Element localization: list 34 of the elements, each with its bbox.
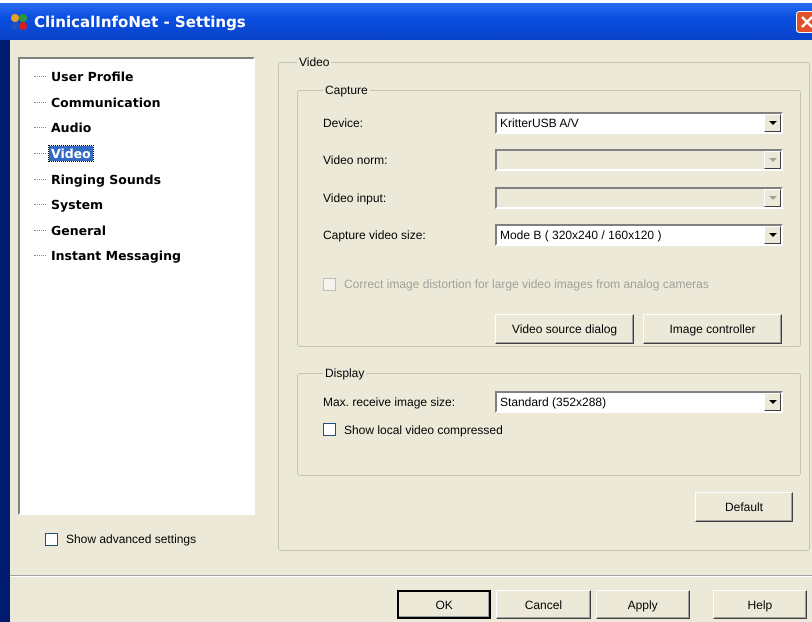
group-title: Capture: [324, 83, 369, 97]
tree-item[interactable]: Communication: [49, 94, 162, 110]
default-button[interactable]: Default: [695, 492, 793, 522]
checkbox-label: Correct image distortion for large video images from analog cameras: [344, 277, 709, 291]
app-logo-icon: [10, 12, 28, 30]
dialog-button[interactable]: Apply: [596, 590, 690, 619]
field-label: Device:: [323, 116, 364, 130]
tree-item[interactable]: General: [49, 222, 108, 238]
window-title: ClinicalInfoNet - Settings: [34, 12, 246, 30]
tree-item[interactable]: Audio: [49, 120, 94, 136]
dialog-button[interactable]: Help: [712, 590, 807, 619]
checkbox[interactable]: [45, 532, 58, 546]
dialog-button[interactable]: OK: [397, 590, 492, 619]
tree-item[interactable]: System: [49, 197, 106, 212]
field-label: Video input:: [323, 190, 388, 205]
dialog-button[interactable]: Video source dialog: [495, 314, 634, 344]
tree-item[interactable]: User Profile: [49, 69, 136, 84]
checkbox[interactable]: [323, 423, 336, 436]
tree-item[interactable]: Ringing Sounds: [49, 172, 164, 187]
field-label: Video norm:: [323, 153, 388, 168]
dialog-button[interactable]: Image controller: [643, 314, 782, 344]
dropdown[interactable]: Standard (352x288): [495, 390, 783, 413]
field-label: Capture video size:: [323, 228, 427, 242]
checkbox-label: Show local video compressed: [344, 422, 503, 436]
tree-item[interactable]: Instant Messaging: [49, 248, 183, 264]
tree-item[interactable]: Video: [49, 146, 93, 162]
dropdown[interactable]: Mode B ( 320x240 / 160x120 ): [495, 224, 783, 246]
group-title: Display: [324, 366, 366, 380]
close-icon[interactable]: [796, 11, 812, 33]
dialog-button[interactable]: Cancel: [496, 590, 591, 619]
group-title: Video: [298, 55, 330, 69]
dropdown[interactable]: KritterUSB A/V: [495, 112, 783, 134]
checkbox-label: Show advanced settings: [66, 532, 196, 546]
field-label: Max. receive image size:: [323, 394, 456, 409]
